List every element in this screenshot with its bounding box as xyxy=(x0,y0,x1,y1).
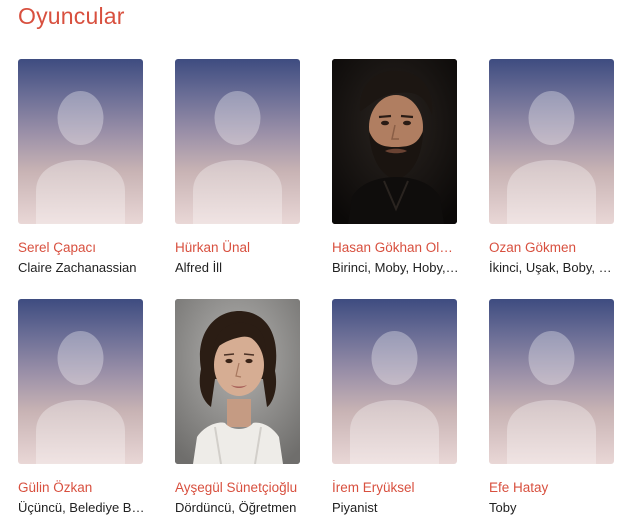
person-placeholder-icon[interactable] xyxy=(332,299,457,464)
person-placeholder-icon[interactable] xyxy=(175,59,300,224)
person-placeholder-icon[interactable] xyxy=(18,299,143,464)
section-title: Oyuncular xyxy=(18,3,125,29)
cast-card[interactable]: Ozan Gökmen İkinci, Uşak, Boby, Loby xyxy=(489,59,616,299)
cast-name-link[interactable]: Efe Hatay xyxy=(489,480,614,496)
cast-role: Alfred İll xyxy=(175,260,222,275)
cast-card[interactable]: Serel Çapacı Claire Zachanassian xyxy=(18,59,143,299)
person-placeholder-icon[interactable] xyxy=(489,59,614,224)
cast-role: Piyanist xyxy=(332,500,378,515)
cast-card[interactable]: Hürkan Ünal Alfred İll xyxy=(175,59,300,299)
cast-section: Oyuncular Serel Çapacı Claire Zachanassi… xyxy=(0,0,623,520)
person-placeholder-icon[interactable] xyxy=(489,299,614,464)
cast-name-link[interactable]: Ozan Gökmen xyxy=(489,240,614,256)
cast-role: İkinci, Uşak, Boby, Loby xyxy=(489,260,616,275)
cast-role: Üçüncü, Belediye Başkanı xyxy=(18,500,145,515)
person-placeholder-icon[interactable] xyxy=(18,59,143,224)
actor-photo[interactable] xyxy=(332,59,457,224)
cast-role: Birinci, Moby, Hoby, Koby xyxy=(332,260,459,275)
cast-name-link[interactable]: Ayşegül Sünetçioğlu xyxy=(175,480,300,496)
cast-role: Claire Zachanassian xyxy=(18,260,137,275)
cast-name-link[interactable]: Gülin Özkan xyxy=(18,480,143,496)
cast-name-link[interactable]: Hasan Gökhan Olcay xyxy=(332,240,457,256)
cast-card[interactable]: Ayşegül Sünetçioğlu Dördüncü, Öğretmen xyxy=(175,299,300,520)
cast-card[interactable]: Gülin Özkan Üçüncü, Belediye Başkanı xyxy=(18,299,145,520)
cast-card[interactable]: Hasan Gökhan Olcay Birinci, Moby, Hoby, … xyxy=(332,59,459,299)
cast-name-link[interactable]: İrem Eryüksel xyxy=(332,480,457,496)
cast-card[interactable]: İrem Eryüksel Piyanist xyxy=(332,299,457,520)
cast-name-link[interactable]: Hürkan Ünal xyxy=(175,240,300,256)
cast-role: Dördüncü, Öğretmen xyxy=(175,500,297,515)
cast-name-link[interactable]: Serel Çapacı xyxy=(18,240,143,256)
cast-grid: Serel Çapacı Claire Zachanassian Hürkan … xyxy=(18,59,616,520)
cast-role: Toby xyxy=(489,500,517,515)
actor-photo[interactable] xyxy=(175,299,300,464)
cast-card[interactable]: Efe Hatay Toby xyxy=(489,299,614,520)
